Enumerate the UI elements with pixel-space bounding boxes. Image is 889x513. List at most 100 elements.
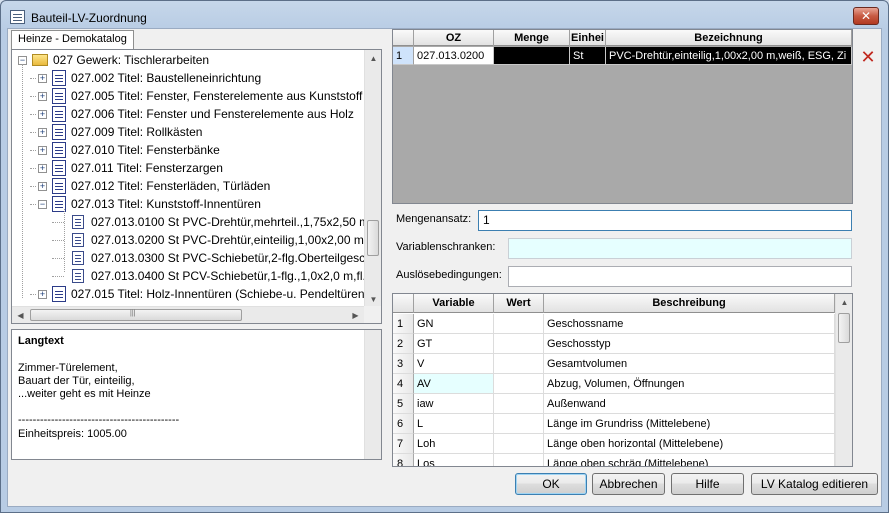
- edit-catalog-button[interactable]: LV Katalog editieren: [751, 473, 878, 495]
- expand-icon[interactable]: +: [38, 128, 47, 137]
- delete-icon[interactable]: ✕: [859, 48, 877, 66]
- tree-node[interactable]: −027 Gewerk: Tischlerarbeiten: [12, 51, 364, 69]
- column-header-bezeichnung[interactable]: Bezeichnung: [606, 30, 852, 46]
- row-number[interactable]: 4: [393, 374, 414, 394]
- cell-oz[interactable]: 027.013.0200: [414, 47, 494, 65]
- expand-icon[interactable]: +: [38, 110, 47, 119]
- cell-variable[interactable]: Loh: [414, 434, 494, 454]
- cell-variable[interactable]: L: [414, 414, 494, 434]
- ausloesebedingungen-input[interactable]: [508, 266, 852, 287]
- cell-variable[interactable]: GT: [414, 334, 494, 354]
- tree-node-label: 027.006 Titel: Fenster und Fensterelemen…: [71, 107, 354, 121]
- title-bar[interactable]: Bauteil-LV-Zuordnung ✕: [1, 1, 888, 31]
- expand-icon[interactable]: +: [38, 92, 47, 101]
- tree-node[interactable]: +027.010 Titel: Fensterbänke: [12, 141, 364, 159]
- cell-wert[interactable]: [494, 394, 544, 414]
- scroll-corner: [364, 306, 381, 323]
- row-number[interactable]: 2: [393, 334, 414, 354]
- tree-viewport: −027 Gewerk: Tischlerarbeiten +027.002 Ti…: [12, 50, 364, 308]
- scroll-right-icon[interactable]: ▶: [347, 307, 364, 324]
- column-header-menge[interactable]: Menge: [494, 30, 570, 46]
- row-number[interactable]: 1: [393, 314, 414, 334]
- scroll-up-icon[interactable]: ▲: [836, 294, 852, 311]
- tree-hscroll-thumb[interactable]: [30, 309, 242, 321]
- expand-icon[interactable]: +: [38, 146, 47, 155]
- document-icon: [52, 70, 66, 86]
- cell-wert[interactable]: [494, 314, 544, 334]
- close-button[interactable]: ✕: [853, 7, 879, 25]
- ok-button[interactable]: OK: [515, 473, 587, 495]
- longtext-scrollbar[interactable]: [364, 330, 381, 459]
- row-number[interactable]: 6: [393, 414, 414, 434]
- tab-demokatalog[interactable]: Heinze - Demokatalog: [11, 30, 134, 49]
- cell-einheit[interactable]: St: [570, 47, 606, 65]
- tree-node-label: 027.013 Titel: Kunststoff-Innentüren: [71, 197, 261, 211]
- cell-bezeichnung[interactable]: PVC-Drehtür,einteilig,1,00x2,00 m,weiß, …: [606, 47, 852, 65]
- tree-node[interactable]: +027.005 Titel: Fenster, Fensterelemente…: [12, 87, 364, 105]
- cell-wert[interactable]: [494, 354, 544, 374]
- tree-node[interactable]: +027.012 Titel: Fensterläden, Türläden: [12, 177, 364, 195]
- tree-node[interactable]: +027.002 Titel: Baustelleneinrichtung: [12, 69, 364, 87]
- variablenschranken-label: Variablenschranken:: [396, 241, 496, 253]
- tree-node-label: 027.013.0300 St PVC-Schiebetür,2-flg.Obe…: [91, 251, 364, 265]
- tree-node[interactable]: +027.015 Titel: Holz-Innentüren (Schiebe…: [12, 285, 364, 303]
- cell-wert[interactable]: [494, 374, 544, 394]
- cell-variable[interactable]: iaw: [414, 394, 494, 414]
- tree-node[interactable]: +027.006 Titel: Fenster und Fenstereleme…: [12, 105, 364, 123]
- expand-icon[interactable]: +: [38, 74, 47, 83]
- cell-beschreibung[interactable]: Gesamtvolumen: [544, 354, 835, 374]
- row-number[interactable]: 5: [393, 394, 414, 414]
- column-header-variable[interactable]: Variable: [414, 294, 494, 313]
- variablenschranken-input[interactable]: [508, 238, 852, 259]
- column-header-wert[interactable]: Wert: [494, 294, 544, 313]
- cell-beschreibung[interactable]: Länge oben schräg (Mittelebene): [544, 454, 835, 466]
- cell-beschreibung[interactable]: Länge oben horizontal (Mittelebene): [544, 434, 835, 454]
- column-header-einheit[interactable]: Einhei: [570, 30, 606, 46]
- longtext-line: ...weiter geht es mit Heinze: [18, 388, 151, 400]
- expand-icon[interactable]: +: [38, 182, 47, 191]
- tree-horizontal-scrollbar[interactable]: ◀ ||| ▶: [12, 306, 364, 323]
- tree-node-label: 027 Gewerk: Tischlerarbeiten: [53, 53, 210, 67]
- row-number[interactable]: 3: [393, 354, 414, 374]
- document-icon: [52, 142, 66, 158]
- collapse-icon[interactable]: −: [38, 200, 47, 209]
- cell-variable[interactable]: GN: [414, 314, 494, 334]
- tree-node-label: 027.013.0400 St PCV-Schiebetür,1-flg.,1,…: [91, 269, 364, 283]
- cell-menge[interactable]: [494, 47, 570, 65]
- tree-connector: [30, 96, 36, 97]
- cell-beschreibung[interactable]: Länge im Grundriss (Mittelebene): [544, 414, 835, 434]
- cell-beschreibung[interactable]: Außenwand: [544, 394, 835, 414]
- tree-connector: [30, 78, 36, 79]
- cell-beschreibung[interactable]: Abzug, Volumen, Öffnungen: [544, 374, 835, 394]
- mengenansatz-input[interactable]: 1: [478, 210, 852, 231]
- column-header-beschreibung[interactable]: Beschreibung: [544, 294, 835, 313]
- column-header-oz[interactable]: OZ: [414, 30, 494, 46]
- row-number[interactable]: 7: [393, 434, 414, 454]
- app-icon: [10, 10, 25, 24]
- cell-beschreibung[interactable]: Geschosstyp: [544, 334, 835, 354]
- row-number[interactable]: 8: [393, 454, 414, 466]
- scroll-left-icon[interactable]: ◀: [12, 307, 29, 324]
- cell-variable[interactable]: Los: [414, 454, 494, 466]
- cell-beschreibung[interactable]: Geschossname: [544, 314, 835, 334]
- tree-node[interactable]: +027.009 Titel: Rollkästen: [12, 123, 364, 141]
- tree-vertical-scrollbar[interactable]: ▲ ▼: [364, 50, 381, 308]
- cell-variable[interactable]: V: [414, 354, 494, 374]
- tree-vscroll-thumb[interactable]: [367, 220, 379, 256]
- cell-wert[interactable]: [494, 414, 544, 434]
- help-button[interactable]: Hilfe: [671, 473, 744, 495]
- row-number[interactable]: 1: [393, 47, 414, 65]
- cancel-button[interactable]: Abbrechen: [592, 473, 665, 495]
- scroll-up-icon[interactable]: ▲: [365, 50, 382, 67]
- expand-icon[interactable]: +: [38, 290, 47, 299]
- expand-icon[interactable]: +: [38, 164, 47, 173]
- tree-connector: [52, 240, 64, 241]
- tree-node[interactable]: +027.011 Titel: Fensterzargen: [12, 159, 364, 177]
- cell-wert[interactable]: [494, 454, 544, 466]
- variables-scrollbar[interactable]: ▲: [835, 294, 852, 466]
- cell-variable[interactable]: AV: [414, 374, 494, 394]
- cell-wert[interactable]: [494, 334, 544, 354]
- cell-wert[interactable]: [494, 434, 544, 454]
- variables-scroll-thumb[interactable]: [838, 313, 850, 343]
- page-icon: [72, 251, 84, 265]
